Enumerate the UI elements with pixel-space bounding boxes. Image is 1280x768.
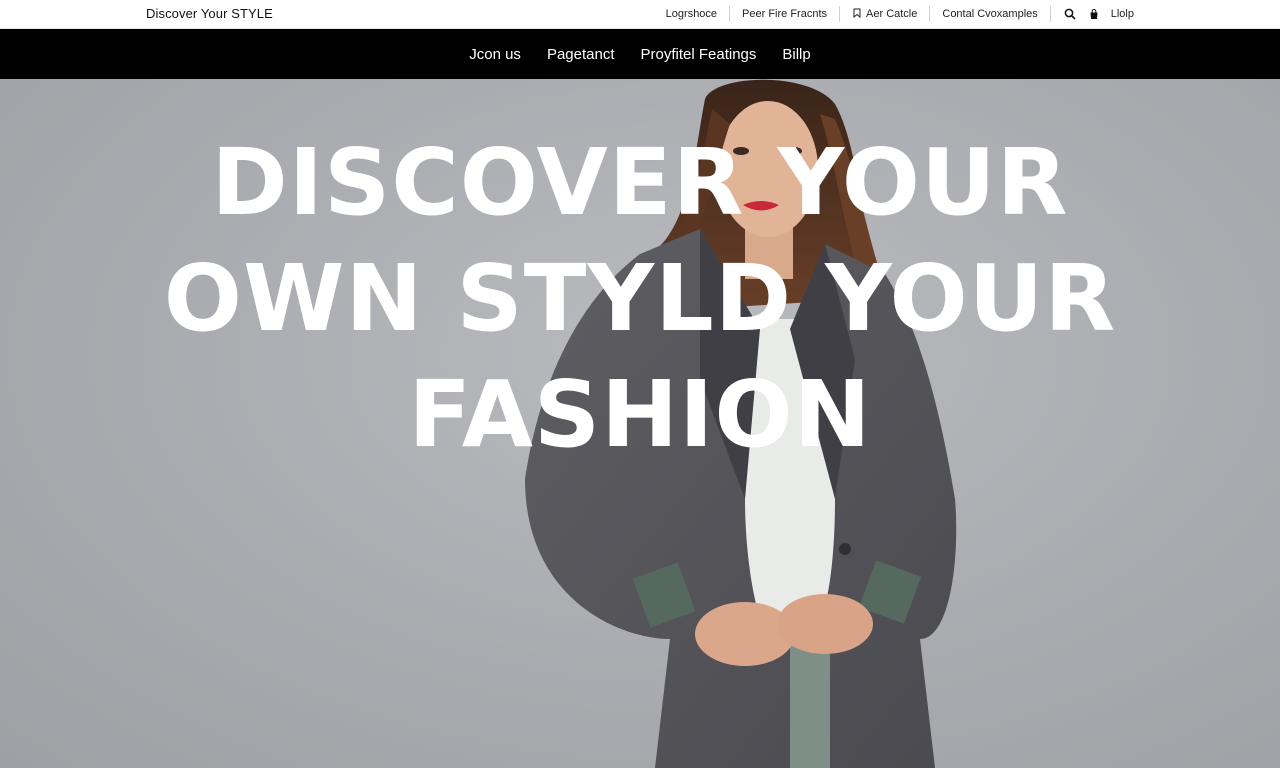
utility-link-contact[interactable]: Contal Cvoxamples <box>929 6 1049 22</box>
help-link[interactable]: Llolp <box>1111 8 1134 20</box>
utility-link-label: Aer Catcle <box>866 8 918 20</box>
nav-item-help[interactable]: Billp <box>782 42 810 67</box>
hero-headline: DISCOVER YOUR OWN STYLD YOUR FASHION <box>0 125 1280 473</box>
utility-link-label: Contal Cvoxamples <box>942 8 1038 20</box>
brand-logo-text[interactable]: Discover Your STYLE <box>146 6 273 21</box>
main-nav: Jcon us Pagetanct Proyfitel Featings Bil… <box>0 29 1280 79</box>
utility-link-find-products[interactable]: Peer Fire Fracnts <box>729 6 839 22</box>
utility-link-label: Peer Fire Fracnts <box>742 8 828 20</box>
utility-links: Logrshoce Peer Fire Fracnts Aer Catcle C… <box>654 0 1134 28</box>
nav-item-join-us[interactable]: Jcon us <box>469 42 521 67</box>
bookmark-icon <box>852 8 862 21</box>
headline-line: OWN STYLD YOUR <box>163 245 1117 352</box>
nav-item-pagetanct[interactable]: Pagetanct <box>547 42 615 67</box>
bag-icon[interactable] <box>1087 7 1101 21</box>
hero-banner: DISCOVER YOUR OWN STYLD YOUR FASHION <box>0 79 1280 768</box>
nav-item-featured-listings[interactable]: Proyfitel Featings <box>641 42 757 67</box>
headline-line: DISCOVER YOUR <box>211 129 1069 236</box>
utility-link-login[interactable]: Logrshoce <box>654 6 729 22</box>
headline-line: FASHION <box>408 361 872 468</box>
utility-link-label: Logrshoce <box>665 8 718 20</box>
utility-icons: Llolp <box>1049 6 1134 22</box>
search-icon[interactable] <box>1063 7 1077 21</box>
utility-link-catalog[interactable]: Aer Catcle <box>839 6 929 22</box>
utility-bar: Discover Your STYLE Logrshoce Peer Fire … <box>0 0 1280 29</box>
